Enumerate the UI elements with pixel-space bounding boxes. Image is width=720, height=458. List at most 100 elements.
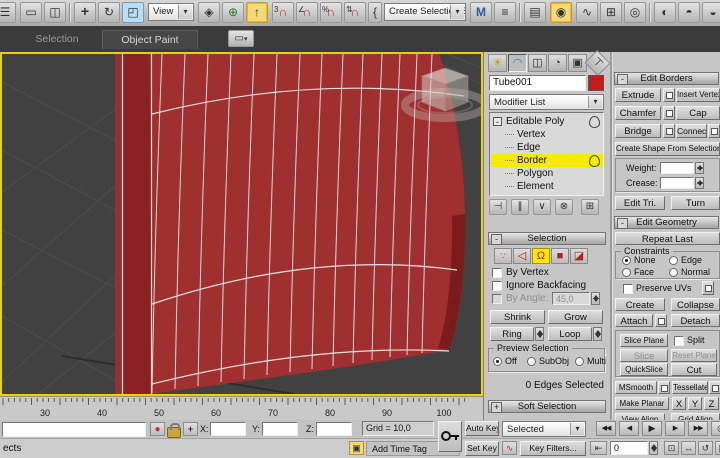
element-subobject-icon[interactable]: ◪ [570,248,588,264]
track-bar[interactable]: 30405060708090100 [0,396,483,421]
msmooth-settings-button[interactable] [658,381,670,394]
ribbon-config-icon[interactable]: ▭▾ [228,30,254,47]
key-selected-dropdown[interactable]: Selected ▾ [502,421,586,437]
slice-plane-button[interactable]: Slice Plane [620,334,668,347]
slice-button[interactable]: Slice [620,349,668,362]
key-mode-toggle-icon[interactable]: ⇤ [590,441,607,455]
go-to-start-button[interactable]: ◀◀ [596,421,616,436]
preserve-uvs-checkbox[interactable] [623,284,633,294]
xyz-transform-icon[interactable]: + [183,422,198,436]
maxscript-mini-listener[interactable] [2,422,146,437]
attach-settings-button[interactable] [655,314,667,327]
render-setup-icon[interactable]: ◐ [654,2,676,23]
key-filters-button[interactable]: Key Filters... [520,441,586,456]
cut-button[interactable]: Cut [671,363,717,376]
select-and-manipulate-icon[interactable]: ⊕ [222,2,244,23]
constraint-none-radio[interactable] [622,256,631,265]
make-unique-icon[interactable]: ∨ [533,199,551,215]
curve-editor-icon[interactable]: ∿ [576,2,598,23]
named-selection-sets-dropdown[interactable]: Create Selection Se ▾ [384,3,466,21]
angle-snap-icon[interactable]: ∩∠ [296,2,318,23]
repeat-last-button[interactable]: Repeat Last [615,232,720,245]
tube-object[interactable] [115,54,465,394]
edit-borders-rollout-header[interactable]: - Edit Borders [614,72,719,85]
current-frame-field[interactable]: 0 [610,441,648,455]
stack-item-element[interactable]: Element [491,180,603,193]
go-to-end-button[interactable]: ▶▶ [688,421,708,436]
selection-rollout-header[interactable]: - Selection [488,232,606,245]
select-and-rotate-icon[interactable]: ↻ [98,2,120,23]
auto-key-button[interactable]: Auto Key [465,421,499,436]
pan-view-icon[interactable]: ↔ [681,441,696,455]
spinner-snap-icon[interactable]: ∩⇅ [344,2,366,23]
orbit-icon[interactable]: ↺ [698,441,713,455]
polygon-subobject-icon[interactable]: ■ [551,248,569,264]
collapse-button[interactable]: Collapse [671,298,720,311]
msmooth-button[interactable]: MSmooth [615,381,657,394]
tessellate-button[interactable]: Tessellate [672,381,708,394]
create-shape-button[interactable]: Create Shape From Selection [615,142,720,156]
select-and-move-icon[interactable]: + [74,2,96,23]
connect-settings-button[interactable] [708,124,720,138]
vertex-subobject-icon[interactable]: ∵ [494,248,512,264]
previous-frame-button[interactable]: ◀ [619,421,639,436]
stack-item-vertex[interactable]: Vertex [491,128,603,141]
render-production-icon[interactable]: ◒ [702,2,720,23]
constraint-face-radio[interactable] [622,268,631,277]
make-planar-y-button[interactable]: Y [688,397,702,410]
rendered-frame-window-icon[interactable]: ◓ [678,2,700,23]
material-editor-icon[interactable]: ◎ [624,2,646,23]
stack-item-border-selected[interactable]: Border [491,154,603,167]
reference-coordinate-dropdown[interactable]: View ▾ [148,3,194,21]
make-planar-button[interactable]: Make Planar [615,397,669,410]
edit-named-sets-icon[interactable]: { [368,2,382,23]
viewport-perspective[interactable] [0,52,483,396]
z-coordinate-field[interactable] [316,422,352,436]
border-subobject-icon[interactable]: Ω [532,248,550,264]
zoom-region-icon[interactable]: ◎ [711,421,720,436]
make-planar-x-button[interactable]: X [672,397,686,410]
edge-subobject-icon[interactable]: ◁ [513,248,531,264]
chamfer-settings-button[interactable] [663,106,675,120]
set-key-filters-curve-icon[interactable]: ∿ [502,441,517,455]
chamfer-button[interactable]: Chamfer [615,106,661,120]
ignore-backfacing-checkbox[interactable] [492,281,502,291]
preview-subobj-radio[interactable] [527,357,536,366]
set-key-button[interactable]: Set Key [465,441,499,456]
x-coordinate-field[interactable] [210,422,246,436]
connect-button[interactable]: Connect [676,124,707,138]
attach-button[interactable]: Attach [615,314,653,327]
bridge-button[interactable]: Bridge [615,124,661,138]
zoom-extents-icon[interactable]: ⊡ [664,441,679,455]
by-angle-checkbox[interactable] [492,294,502,304]
extrude-button[interactable]: Extrude [615,88,661,102]
crease-field[interactable] [660,177,694,189]
toggle-set-key-button[interactable] [438,421,462,452]
edit-geometry-rollout-header[interactable]: - Edit Geometry [614,216,719,229]
pin-stack-icon[interactable]: ⊣ [489,199,507,215]
modifier-list-dropdown[interactable]: Modifier List ▾ [489,94,604,110]
crease-spinner[interactable] [695,177,704,189]
percent-snap-icon[interactable]: ∩% [320,2,342,23]
stack-item-polygon[interactable]: Polygon [491,167,603,180]
preview-multi-radio[interactable] [575,357,584,366]
cap-button[interactable]: Cap [676,106,720,120]
turn-button[interactable]: Turn [671,196,720,210]
weight-spinner[interactable] [695,162,704,174]
schematic-view-icon[interactable]: ⊞ [600,2,622,23]
detach-button[interactable]: Detach [671,314,720,327]
quickslice-button[interactable]: QuickSlice [620,363,668,376]
select-and-scale-icon[interactable]: ◰ [122,2,144,23]
stack-item-edge[interactable]: Edge [491,141,603,154]
utilities-tab-icon[interactable]: ⊤ [584,50,610,76]
preview-off-radio[interactable] [493,357,502,366]
selection-lock-toggle-icon[interactable]: ▣ [349,441,364,455]
manage-layers-icon[interactable]: ▤ [524,2,546,23]
rectangular-selection-region-icon[interactable]: ▭ [20,2,42,23]
loop-button[interactable]: Loop [548,327,592,341]
ribbon-tab-object-paint[interactable]: Object Paint [102,30,198,49]
create-tab-icon[interactable]: ☀ [488,54,507,72]
next-frame-button[interactable]: ▶ [665,421,685,436]
object-color-swatch[interactable] [588,75,604,91]
align-icon[interactable]: ≡ [494,2,516,23]
